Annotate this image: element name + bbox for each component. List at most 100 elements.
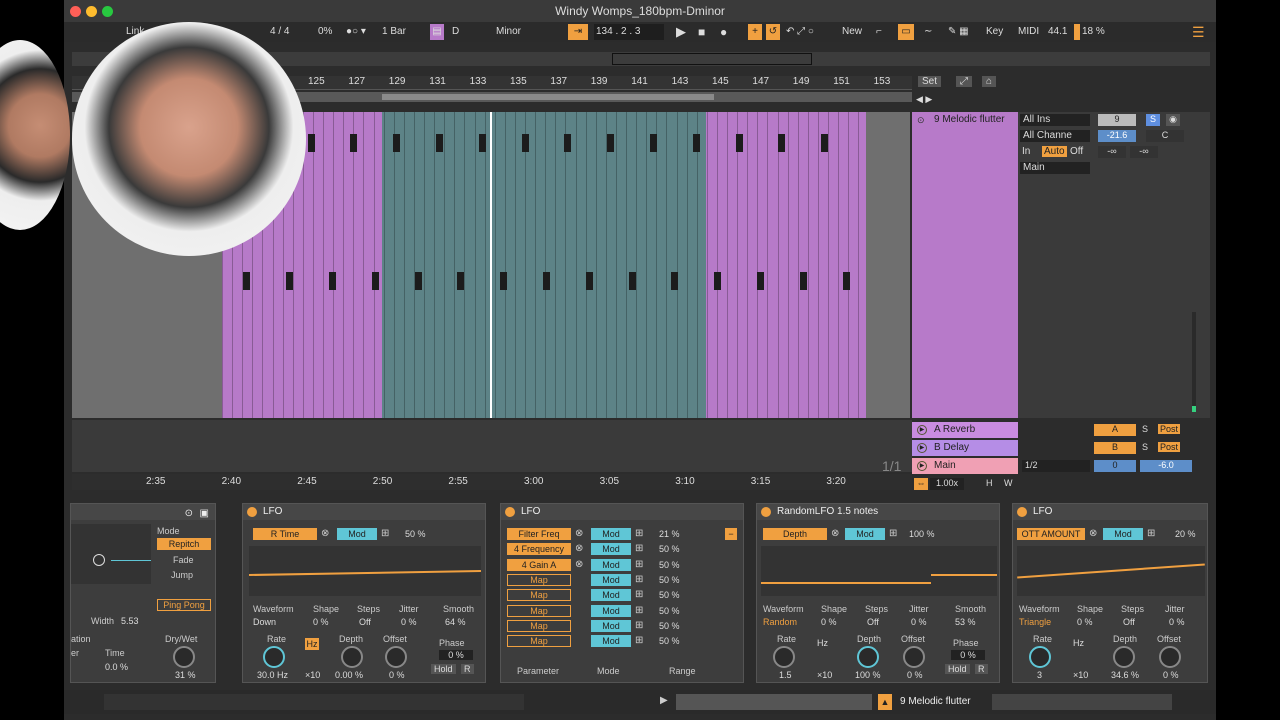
mod-mode[interactable]: Mod: [591, 604, 631, 617]
rlfo-retrigger-button[interactable]: R: [975, 664, 988, 674]
midi-note[interactable]: [350, 134, 358, 152]
return-letter[interactable]: 0: [1094, 460, 1136, 472]
width-value[interactable]: 5.53: [121, 616, 139, 626]
lfo3-depth-knob[interactable]: [1113, 646, 1135, 668]
follow-icon[interactable]: ⇥: [568, 24, 588, 40]
return-track[interactable]: ▶ Main: [912, 458, 1018, 474]
midi-note[interactable]: [543, 272, 550, 290]
rlfo-shape-value[interactable]: 0 %: [821, 617, 837, 627]
input-type-select[interactable]: All Ins: [1020, 114, 1090, 126]
send-a[interactable]: -∞: [1098, 146, 1126, 158]
lfo1-mod-button[interactable]: Mod: [337, 528, 377, 540]
song-position[interactable]: 134 . 2 . 3: [594, 24, 664, 40]
warning-icon[interactable]: ▲: [878, 694, 892, 710]
input-channel-select[interactable]: All Channe: [1020, 130, 1090, 142]
lfo3-jitter-value[interactable]: 0 %: [1169, 617, 1185, 627]
mod-param[interactable]: Filter Freq: [507, 528, 571, 540]
rlfo-target[interactable]: Depth: [763, 528, 827, 540]
midi-note[interactable]: [585, 272, 593, 290]
drywet-value[interactable]: 31 %: [175, 670, 196, 680]
rlfo-add-icon[interactable]: ⊞: [889, 528, 897, 539]
return-post[interactable]: Post: [1158, 442, 1181, 452]
play-icon[interactable]: ▶: [676, 24, 686, 40]
clip-play-icon[interactable]: ▶: [660, 695, 668, 706]
nav-arrows-icon[interactable]: ◀ ▶: [916, 94, 932, 105]
midi-note[interactable]: [714, 272, 722, 290]
lfo1-hold-button[interactable]: Hold: [431, 664, 456, 674]
punch-icon[interactable]: ∼: [924, 24, 932, 40]
return-letter[interactable]: B: [1094, 442, 1136, 454]
midi-note[interactable]: [521, 134, 529, 152]
automation-arm-icon[interactable]: ↺: [766, 24, 780, 40]
midi-note[interactable]: [607, 134, 615, 152]
add-icon[interactable]: ⊞: [635, 605, 643, 616]
lfo3-unmap-icon[interactable]: ⊗: [1089, 528, 1097, 539]
minimize-icon[interactable]: [86, 6, 97, 17]
lfo3-hz-button[interactable]: Hz: [1073, 638, 1084, 648]
mod-amount[interactable]: 50 %: [659, 636, 680, 646]
delay-graph[interactable]: [71, 524, 151, 584]
main-volume[interactable]: -6.0: [1140, 460, 1192, 472]
solo-button[interactable]: S: [1146, 114, 1160, 126]
midi-note[interactable]: [393, 134, 401, 152]
rlfo-steps-value[interactable]: Off: [867, 617, 879, 627]
midi-note[interactable]: [799, 272, 807, 290]
lfo1-depth-knob[interactable]: [341, 646, 363, 668]
midi-note[interactable]: [500, 272, 508, 290]
lfo3-waveform-select[interactable]: Triangle: [1019, 617, 1051, 627]
mod-param[interactable]: 4 Gain A: [507, 558, 571, 571]
lfo1-add-icon[interactable]: ⊞: [381, 528, 389, 539]
rlfo-jitter-value[interactable]: 0 %: [911, 617, 927, 627]
record-icon[interactable]: ●: [720, 24, 727, 40]
add-icon[interactable]: ⊞: [635, 574, 643, 585]
overdub-icon[interactable]: +: [748, 24, 762, 40]
track-header[interactable]: ⊙ 9 Melodic flutter: [912, 112, 1018, 418]
lfo1-retrigger-button[interactable]: R: [461, 664, 474, 674]
metronome-icon[interactable]: ●○ ▾: [346, 24, 366, 40]
fold-icon[interactable]: ▶: [917, 443, 927, 453]
lfo1-rate-value[interactable]: 30.0 Hz: [257, 670, 288, 680]
mod-amount[interactable]: 21 %: [659, 529, 680, 539]
scale-select[interactable]: Minor: [496, 24, 521, 40]
track-number[interactable]: 9: [1098, 114, 1136, 126]
lfo3-rate-knob[interactable]: [1029, 646, 1051, 668]
close-icon[interactable]: [70, 6, 81, 17]
time-ruler[interactable]: 2:35 2:40 2:45 2:50 2:55 3:00 3:05 3:10 3:15 3:20: [72, 474, 912, 490]
lfo1-smooth-value[interactable]: 64 %: [445, 617, 466, 627]
device-chain-overview[interactable]: [992, 694, 1172, 710]
zoom-icon[interactable]: [102, 6, 113, 17]
midi-note[interactable]: [757, 272, 764, 290]
lfo1-offset-value[interactable]: 0 %: [389, 670, 405, 680]
mod-param[interactable]: Map: [507, 604, 571, 617]
monitor-auto[interactable]: Auto: [1042, 146, 1067, 157]
send-b[interactable]: -∞: [1130, 146, 1158, 158]
key-map-button[interactable]: Key: [986, 24, 1003, 40]
midi-note[interactable]: [735, 134, 743, 152]
lfo1-target[interactable]: R Time: [253, 528, 317, 540]
track-volume[interactable]: -21.6: [1098, 130, 1136, 142]
jump-button[interactable]: Jump: [171, 570, 193, 580]
rlfo-rate-value[interactable]: 1.5: [779, 670, 792, 680]
midi-note[interactable]: [478, 134, 486, 152]
fade-button[interactable]: Fade: [173, 555, 194, 565]
rlfo-offset-knob[interactable]: [903, 646, 925, 668]
mod-amount[interactable]: 50 %: [659, 621, 680, 631]
set-button[interactable]: Set: [918, 76, 942, 87]
midi-note[interactable]: [650, 134, 657, 152]
zoom-value[interactable]: 1.00x: [930, 478, 964, 490]
midi-map-button[interactable]: MIDI: [1018, 24, 1039, 40]
device3-remove-icon[interactable]: −: [725, 528, 737, 540]
loop-icon[interactable]: ▭: [898, 24, 914, 40]
mod-param[interactable]: Map: [507, 573, 571, 586]
lfo1-phase-value[interactable]: 0 %: [439, 650, 473, 660]
midi-note[interactable]: [371, 272, 379, 290]
mod-param[interactable]: Map: [507, 635, 571, 648]
time-signature[interactable]: 4 / 4: [270, 24, 289, 40]
lock-icon[interactable]: ⌂: [982, 76, 997, 87]
rlfo-phase-value[interactable]: 0 %: [951, 650, 985, 660]
add-icon[interactable]: ⊞: [635, 528, 643, 539]
rlfo-smooth-value[interactable]: 53 %: [955, 617, 976, 627]
fold-icon[interactable]: ⊙: [917, 115, 925, 126]
rlfo-depth-value[interactable]: 100 %: [855, 670, 881, 680]
midi-note[interactable]: [286, 272, 294, 290]
